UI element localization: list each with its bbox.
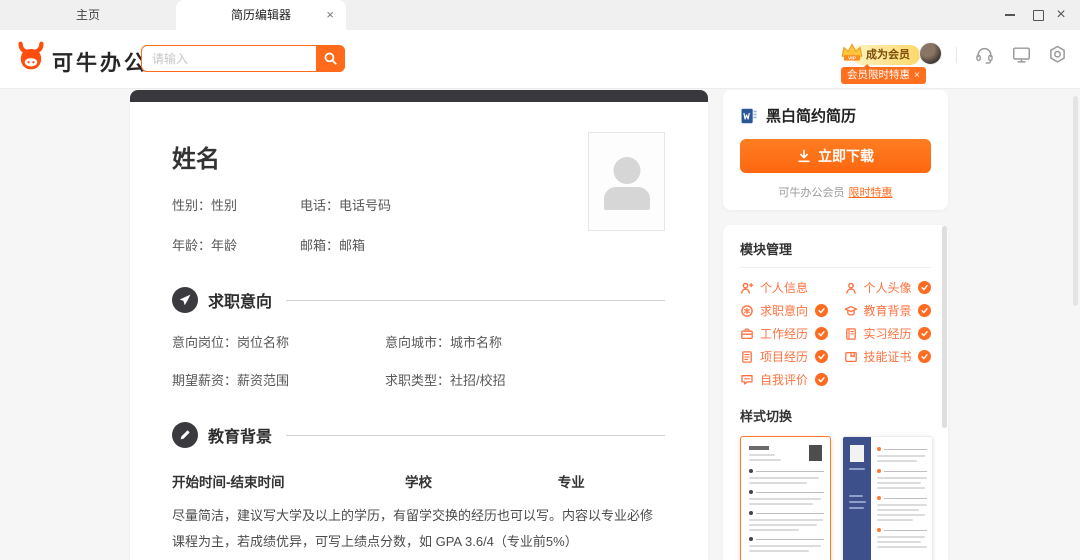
style-thumbnail-2[interactable] <box>842 436 933 560</box>
module-checked-icon[interactable] <box>918 350 931 363</box>
info-gender[interactable]: 性别：性别 <box>172 195 300 214</box>
education-hint-text[interactable]: 尽量简洁，建议写大学及以上的学历，有留学交换的经历也可以写。内容以专业必修课程为… <box>172 503 665 555</box>
pen-icon <box>172 422 198 448</box>
resume-top-bar <box>130 90 708 102</box>
page-scrollbar-thumb[interactable] <box>1073 96 1078 306</box>
member-promo-text: 会员限时特惠 <box>847 69 910 81</box>
tab-resume-editor[interactable]: 简历编辑器 × <box>176 0 346 30</box>
person-plus-icon <box>741 282 754 294</box>
module-internship[interactable]: 实习经历 <box>844 322 931 345</box>
word-doc-icon <box>741 108 757 123</box>
tab-close-icon[interactable]: × <box>326 0 334 30</box>
comment-icon <box>741 374 753 385</box>
search-box <box>141 45 345 72</box>
briefcase-icon <box>741 327 753 339</box>
education-columns: 开始时间-结束时间 学校 专业 <box>172 475 585 490</box>
member-promo-tooltip: 会员限时特惠 × <box>841 64 926 84</box>
search-input[interactable] <box>142 46 314 71</box>
module-job-intention[interactable]: 求职意向 <box>740 299 828 322</box>
download-card: 黑白简约简历 立即下载 可牛办公会员 限时特惠 <box>723 90 948 210</box>
customer-service-icon[interactable] <box>974 44 995 65</box>
module-checked-icon[interactable] <box>814 350 828 363</box>
section-title: 求职意向 <box>208 294 273 311</box>
limited-offer-link[interactable]: 限时特惠 <box>849 187 893 199</box>
window-maximize-button[interactable] <box>1028 5 1048 25</box>
module-self-evaluation[interactable]: 自我评价 <box>740 368 828 391</box>
module-checked-icon[interactable] <box>918 304 931 317</box>
tab-home[interactable]: 主页 <box>0 0 176 30</box>
become-member-label: 成为会员 <box>866 49 910 61</box>
document-title: 黑白简约简历 <box>766 108 857 125</box>
module-management-card: 模块管理 个人信息 个人头像 求职意向 教育背景 工作经历 实习经历 项目经历 … <box>723 225 948 560</box>
section-job-intention: 求职意向 <box>172 287 665 313</box>
download-button[interactable]: 立即下载 <box>740 139 931 173</box>
tooltip-close-icon[interactable]: × <box>914 70 920 81</box>
download-icon <box>798 149 810 163</box>
module-grid: 个人信息 个人头像 求职意向 教育背景 工作经历 实习经历 项目经历 技能证书 … <box>740 276 931 391</box>
module-checked-icon[interactable] <box>918 327 931 340</box>
module-checked-icon[interactable] <box>814 327 828 340</box>
person-silhouette-icon <box>613 157 640 184</box>
thumbnail-photo <box>850 445 864 462</box>
search-button[interactable] <box>316 45 345 72</box>
module-management-title: 模块管理 <box>740 242 793 257</box>
window-close-button[interactable] <box>1051 5 1071 25</box>
style-switch-title: 样式切换 <box>740 409 793 424</box>
panel-scrollbar-thumb[interactable] <box>942 226 947 428</box>
module-projects[interactable]: 项目经历 <box>740 345 828 368</box>
resume-info-row: 年龄：年龄 邮箱：邮箱 <box>172 235 665 254</box>
module-checked-icon[interactable] <box>814 373 828 386</box>
svg-text:VIP: VIP <box>848 56 857 62</box>
style-thumbnails <box>740 436 933 560</box>
monitor-icon[interactable] <box>1011 44 1032 65</box>
certificate-icon <box>844 351 857 362</box>
module-personal-info[interactable]: 个人信息 <box>740 276 828 299</box>
module-work-experience[interactable]: 工作经历 <box>740 322 828 345</box>
keniu-logo-icon <box>18 41 44 70</box>
thumbnail-photo <box>809 445 822 461</box>
user-avatar[interactable] <box>919 42 942 65</box>
field-position[interactable]: 意向岗位：岗位名称 <box>172 332 385 351</box>
module-checked-icon[interactable] <box>814 304 828 317</box>
section-title: 教育背景 <box>208 429 273 446</box>
settings-gear-icon[interactable] <box>1047 44 1068 65</box>
field-city[interactable]: 意向城市：城市名称 <box>385 332 502 351</box>
app-header: 可牛办公 VIP 成为会员 会员限时特惠 × <box>0 30 1080 89</box>
info-email[interactable]: 邮箱：邮箱 <box>300 235 665 254</box>
style-thumbnail-1-selected[interactable] <box>740 436 831 560</box>
field-salary[interactable]: 期望薪资：薪资范围 <box>172 370 385 389</box>
target-icon <box>741 304 753 317</box>
vip-crown-icon: VIP <box>841 43 863 62</box>
tab-bar: 主页 简历编辑器 × <box>0 0 1080 30</box>
module-checked-icon[interactable] <box>918 281 931 294</box>
window-minimize-button[interactable] <box>1000 5 1020 25</box>
module-avatar[interactable]: 个人头像 <box>844 276 931 299</box>
resume-preview: 姓名 性别：性别 电话：电话号码 年龄：年龄 邮箱：邮箱 求职意向 意向岗位：岗… <box>130 90 708 560</box>
resume-photo-placeholder[interactable] <box>588 132 665 231</box>
search-icon <box>324 52 337 65</box>
notebook-icon <box>845 327 856 340</box>
field-type[interactable]: 求职类型：社招/校招 <box>385 370 506 389</box>
document-icon <box>742 350 752 363</box>
resume-body: 姓名 性别：性别 电话：电话号码 年龄：年龄 邮箱：邮箱 求职意向 意向岗位：岗… <box>130 102 708 560</box>
member-text: 可牛办公会员 <box>778 187 845 199</box>
logo-text: 可牛办公 <box>52 52 148 75</box>
main-area: 姓名 性别：性别 电话：电话号码 年龄：年龄 邮箱：邮箱 求职意向 意向岗位：岗… <box>0 90 1080 560</box>
module-certificates[interactable]: 技能证书 <box>844 345 931 368</box>
section-education: 教育背景 <box>172 422 665 448</box>
download-label: 立即下载 <box>818 148 874 164</box>
tab-resume-editor-label: 简历编辑器 <box>230 8 291 22</box>
module-education[interactable]: 教育背景 <box>844 299 931 322</box>
person-icon <box>845 282 856 294</box>
graduation-cap-icon <box>844 305 857 316</box>
paper-plane-icon <box>172 287 198 313</box>
info-age[interactable]: 年龄：年龄 <box>172 235 300 254</box>
header-divider <box>956 47 957 63</box>
